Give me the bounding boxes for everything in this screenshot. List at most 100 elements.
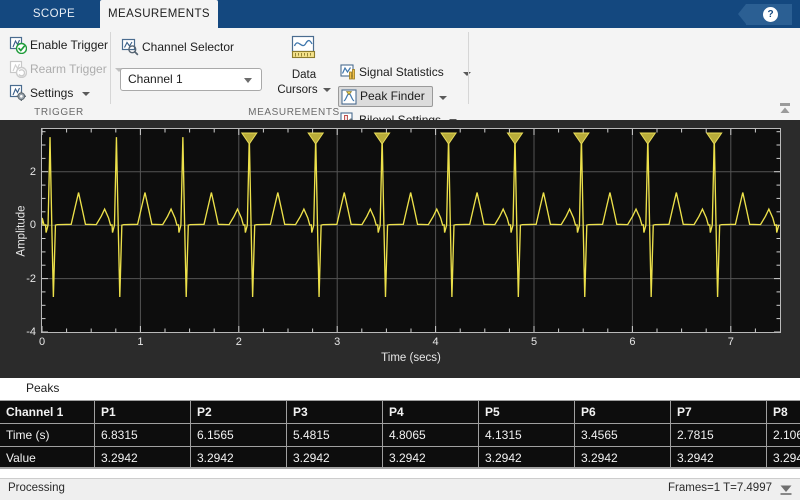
rearm-trigger-button[interactable]: Rearm Trigger xyxy=(8,58,123,80)
table-header-peak: P6 xyxy=(575,401,671,424)
table-cell: 3.2942 xyxy=(479,447,575,470)
peak-marker xyxy=(508,133,523,144)
tab-strip: SCOPE MEASUREMENTS ? xyxy=(0,0,800,28)
data-cursors-label-1: Data xyxy=(276,69,332,82)
status-processing-text: Processing xyxy=(8,482,65,494)
rearm-trigger-label: Rearm Trigger xyxy=(30,62,107,76)
enable-trigger-icon xyxy=(9,36,27,54)
table-row-label: Value xyxy=(0,447,95,470)
status-frames-text: Frames=1 T=7.4997 xyxy=(668,482,772,494)
peak-marker xyxy=(640,133,655,144)
table-cell: 4.8065 xyxy=(383,424,479,447)
channel-selector-label: Channel Selector xyxy=(142,40,234,54)
signal-statistics-icon xyxy=(340,64,356,80)
y-axis-tick-labels: -4 -2 0 2 xyxy=(0,128,36,335)
table-cell: 3.2942 xyxy=(671,447,767,470)
data-cursors-label-2: Cursors xyxy=(277,84,317,96)
scope-window: SCOPE MEASUREMENTS ? Enable Trigger xyxy=(0,0,800,500)
table-header-peak: P1 xyxy=(95,401,191,424)
data-cursors-icon xyxy=(276,34,332,68)
peak-marker xyxy=(308,133,323,144)
table-cell: 3.2942 xyxy=(767,447,800,470)
help-chip-arrow xyxy=(738,4,746,24)
table-cell: 5.4815 xyxy=(287,424,383,447)
table-row: Time (s)6.83156.15655.48154.80654.13153.… xyxy=(0,424,800,447)
channel-selector-icon xyxy=(121,38,139,56)
x-tick-label: 5 xyxy=(531,336,537,348)
collapse-ribbon-button[interactable] xyxy=(777,102,793,116)
table-cell: 2.1065 xyxy=(767,424,800,447)
table-row: Value3.29423.29423.29423.29423.29423.294… xyxy=(0,447,800,470)
peak-marker xyxy=(375,133,390,144)
tab-measurements[interactable]: MEASUREMENTS xyxy=(100,0,218,28)
x-tick-label: 6 xyxy=(629,336,635,348)
enable-trigger-button[interactable]: Enable Trigger xyxy=(8,34,108,56)
x-axis-tick-labels: 01234567 xyxy=(41,336,783,352)
table-header-peak: P3 xyxy=(287,401,383,424)
channel-select-value: Channel 1 xyxy=(128,69,183,90)
table-cell: 3.2942 xyxy=(383,447,479,470)
trigger-settings-label: Settings xyxy=(30,86,73,100)
group-title-trigger: TRIGGER xyxy=(8,107,110,118)
channel-select[interactable]: Channel 1 xyxy=(120,68,262,91)
help-icon: ? xyxy=(763,7,778,22)
peak-marker xyxy=(242,133,257,144)
status-bar: Processing Frames=1 T=7.4997 xyxy=(0,478,800,500)
waveform-svg xyxy=(42,129,780,332)
settings-gear-icon xyxy=(9,84,27,102)
y-tick-label: 2 xyxy=(30,166,36,178)
table-cell: 6.1565 xyxy=(191,424,287,447)
x-tick-label: 1 xyxy=(137,336,143,348)
peaks-panel: Peaks Channel 1P1P2P3P4P5P6P7P8Time (s)6… xyxy=(0,378,800,478)
table-header-peak: P2 xyxy=(191,401,287,424)
peak-finder-button[interactable]: Peak Finder xyxy=(338,86,433,107)
x-tick-label: 0 xyxy=(39,336,45,348)
table-header-row: Channel 1P1P2P3P4P5P6P7P8 xyxy=(0,401,800,424)
table-header-peak: P4 xyxy=(383,401,479,424)
status-collapse-icon[interactable] xyxy=(779,484,793,496)
group-title-measurements: MEASUREMENTS xyxy=(120,107,468,118)
channel-selector-button[interactable]: Channel Selector xyxy=(120,36,234,58)
table-header-peak: P5 xyxy=(479,401,575,424)
peak-markers xyxy=(242,133,722,144)
peak-marker xyxy=(707,133,722,144)
signal-statistics-caret[interactable] xyxy=(463,72,471,76)
peak-finder-icon xyxy=(341,89,357,105)
table-cell: 3.4565 xyxy=(575,424,671,447)
tab-scope-label: SCOPE xyxy=(33,8,75,20)
table-cell: 3.2942 xyxy=(287,447,383,470)
peaks-table[interactable]: Channel 1P1P2P3P4P5P6P7P8Time (s)6.83156… xyxy=(0,400,800,469)
table-row-label: Time (s) xyxy=(0,424,95,447)
peak-marker xyxy=(574,133,589,144)
table-cell: 3.2942 xyxy=(575,447,671,470)
signal-trace xyxy=(42,137,779,297)
peaks-panel-label: Peaks xyxy=(26,381,59,395)
x-axis-title: Time (secs) xyxy=(41,352,781,364)
y-tick-label: -2 xyxy=(26,273,36,285)
y-tick-label: -4 xyxy=(26,326,36,338)
tab-scope[interactable]: SCOPE xyxy=(14,0,94,28)
signal-statistics-button[interactable]: Signal Statistics xyxy=(338,62,451,83)
peak-finder-caret[interactable] xyxy=(439,96,447,100)
y-tick-label: 0 xyxy=(30,219,36,231)
data-cursors-caret xyxy=(323,88,331,92)
grid-lines xyxy=(42,129,780,332)
scope-plot-area: Amplitude -4-202 01234567 Time (secs) xyxy=(0,120,800,378)
group-separator-trigger xyxy=(110,32,111,104)
x-tick-label: 4 xyxy=(433,336,439,348)
peak-marker xyxy=(441,133,456,144)
table-cell: 2.7815 xyxy=(671,424,767,447)
trigger-settings-caret xyxy=(82,92,90,96)
ribbon: Enable Trigger Rearm Trigger xyxy=(0,28,800,121)
chevron-down-icon xyxy=(244,78,252,83)
x-tick-label: 3 xyxy=(334,336,340,348)
tab-measurements-label: MEASUREMENTS xyxy=(108,8,210,20)
data-cursors-button[interactable]: Data Cursors xyxy=(276,34,332,97)
help-button[interactable]: ? xyxy=(746,4,792,25)
plot-axes[interactable] xyxy=(41,128,781,333)
trigger-settings-button[interactable]: Settings xyxy=(8,82,90,104)
enable-trigger-label: Enable Trigger xyxy=(30,38,108,52)
table-cell: 3.2942 xyxy=(191,447,287,470)
peak-finder-label: Peak Finder xyxy=(360,89,425,103)
group-separator-measurements xyxy=(468,32,469,104)
